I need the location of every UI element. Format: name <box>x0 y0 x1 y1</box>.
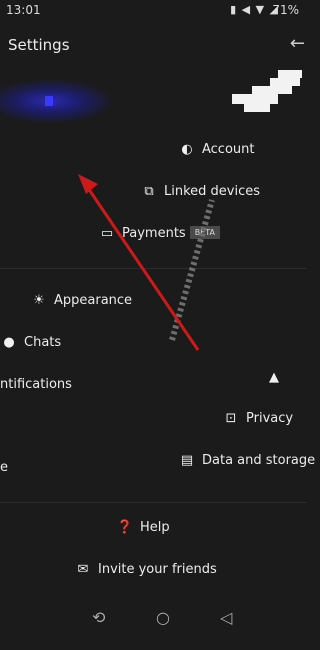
settings-item-notifications[interactable]: ntifications <box>0 377 72 392</box>
chats-label: Chats <box>24 335 62 350</box>
settings-item-invite[interactable]: ✉ Invite your friends <box>74 562 217 577</box>
system-nav-bar: ⟲ ○ ◁ <box>0 600 307 640</box>
glitch-artifact <box>230 70 305 115</box>
appearance-icon: ☀ <box>33 293 45 308</box>
linked-devices-label: Linked devices <box>164 184 261 199</box>
home-icon[interactable]: ○ <box>156 608 170 627</box>
stories-label: e <box>0 460 8 475</box>
help-icon: ❓ <box>116 520 134 535</box>
back-arrow-icon[interactable]: ← <box>290 33 305 54</box>
settings-item-payments[interactable]: ▭ Payments BETA <box>98 226 220 241</box>
privacy-label: Privacy <box>246 411 294 426</box>
settings-item-data-storage[interactable]: ▤ Data and storage <box>178 453 315 468</box>
payments-label: Payments <box>122 226 186 241</box>
linked-devices-icon: ⧉ <box>144 184 154 199</box>
data-storage-label: Data and storage <box>202 453 316 468</box>
status-time: 13:01 <box>6 3 41 17</box>
settings-item-privacy[interactable]: ⊡ Privacy <box>222 411 294 426</box>
payments-icon: ▭ <box>100 226 114 241</box>
account-label: Account <box>202 142 255 157</box>
section-divider <box>0 268 307 269</box>
bell-icon: ▲ <box>269 370 279 385</box>
settings-item-appearance[interactable]: ☀ Appearance <box>30 293 132 308</box>
mail-icon: ✉ <box>77 562 89 577</box>
beta-badge: BETA <box>189 226 220 239</box>
storage-icon: ▤ <box>180 453 194 468</box>
section-divider <box>0 502 307 503</box>
status-bar: 13:01 ▮ ◀ ▼ ◢ 71% <box>0 0 307 24</box>
app-header: Settings ← <box>0 28 307 64</box>
lock-icon: ⊡ <box>225 411 237 426</box>
settings-item-linked-devices[interactable]: ⧉ Linked devices <box>140 184 260 199</box>
arrow-head <box>78 174 98 194</box>
settings-item-chats[interactable]: ● Chats <box>0 335 61 350</box>
settings-item-help[interactable]: ❓ Help <box>116 520 170 535</box>
page-title: Settings <box>8 36 70 54</box>
glitch-streak <box>169 199 215 341</box>
settings-item-account[interactable]: ◐ Account <box>178 142 255 157</box>
appearance-label: Appearance <box>54 293 133 308</box>
back-icon[interactable]: ◁ <box>220 608 232 627</box>
settings-item-stories[interactable]: e <box>0 460 8 475</box>
help-label: Help <box>140 520 170 535</box>
battery-level: 71% <box>272 3 299 17</box>
notifications-label: ntifications <box>0 377 72 392</box>
account-icon: ◐ <box>181 142 193 157</box>
recent-apps-icon[interactable]: ⟲ <box>92 608 105 627</box>
invite-label: Invite your friends <box>98 562 217 577</box>
chats-icon: ● <box>3 335 15 350</box>
avatar-mark <box>45 96 53 106</box>
profile-avatar[interactable] <box>0 80 110 122</box>
notifications-bell-icon[interactable]: ▲ <box>265 370 289 385</box>
red-annotation-arrow <box>86 187 200 351</box>
